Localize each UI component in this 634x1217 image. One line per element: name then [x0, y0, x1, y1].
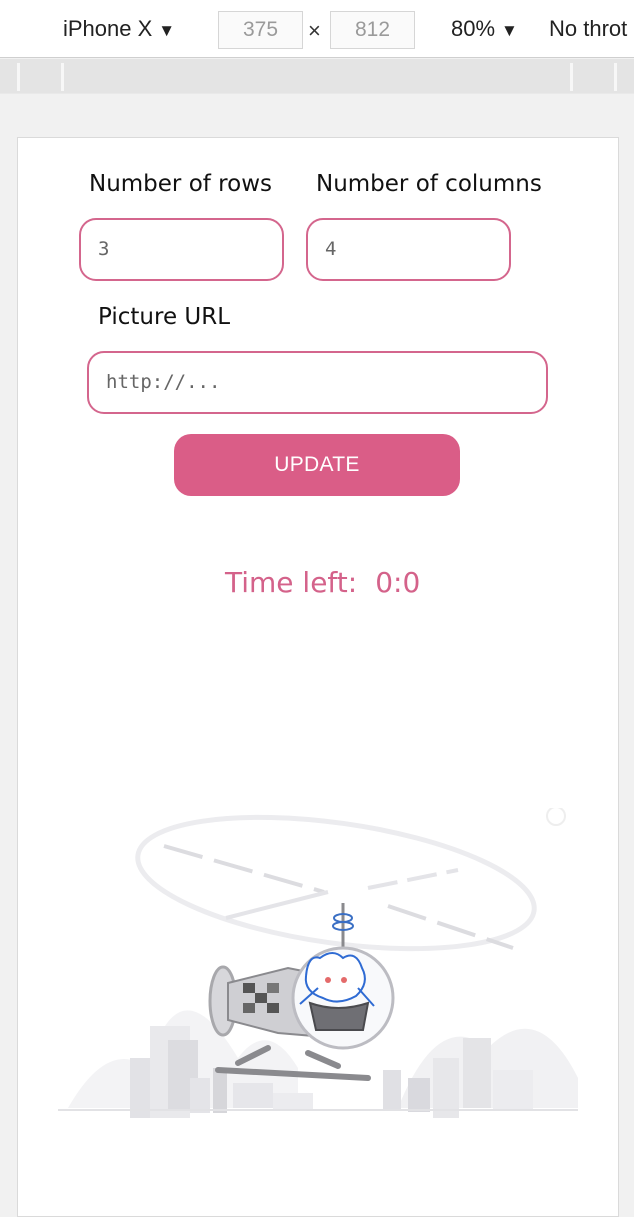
- zoom-value: 80%: [451, 16, 496, 41]
- ruler-tick: [61, 63, 64, 91]
- ruler-tick: [570, 63, 573, 91]
- zoom-selector[interactable]: 80% ▼: [451, 16, 518, 42]
- time-left-label: Time left:: [225, 566, 358, 599]
- device-selector[interactable]: iPhone X ▼: [63, 16, 175, 42]
- viewport-width-input[interactable]: 375: [218, 11, 303, 49]
- chevron-down-icon: ▼: [501, 21, 518, 40]
- columns-label: Number of columns: [316, 171, 542, 197]
- update-button[interactable]: UPDATE: [174, 434, 460, 496]
- device-name: iPhone X: [63, 16, 153, 41]
- time-left-value: 0:0: [375, 566, 421, 599]
- viewport-height-input[interactable]: 812: [330, 11, 415, 49]
- picture-url-input[interactable]: http://...: [87, 351, 548, 414]
- columns-input[interactable]: 4: [306, 218, 511, 281]
- dimension-separator: ×: [308, 18, 321, 43]
- rows-label: Number of rows: [89, 171, 273, 197]
- octocat-helicopter-icon: [58, 808, 578, 1118]
- time-left-display: Time left: 0:0: [225, 566, 420, 599]
- devtools-device-toolbar: iPhone X ▼ 375 × 812 80% ▼ No throt: [0, 0, 634, 58]
- throttle-selector[interactable]: No throt: [549, 16, 627, 42]
- ruler-tick: [614, 63, 617, 91]
- chevron-down-icon: ▼: [158, 21, 176, 40]
- phone-viewport: Number of rows Number of columns 3 4 Pic…: [17, 137, 619, 1217]
- ruler-tick: [17, 63, 20, 91]
- picture-url-label: Picture URL: [98, 304, 231, 330]
- rows-input[interactable]: 3: [79, 218, 284, 281]
- media-query-ruler: [0, 59, 634, 94]
